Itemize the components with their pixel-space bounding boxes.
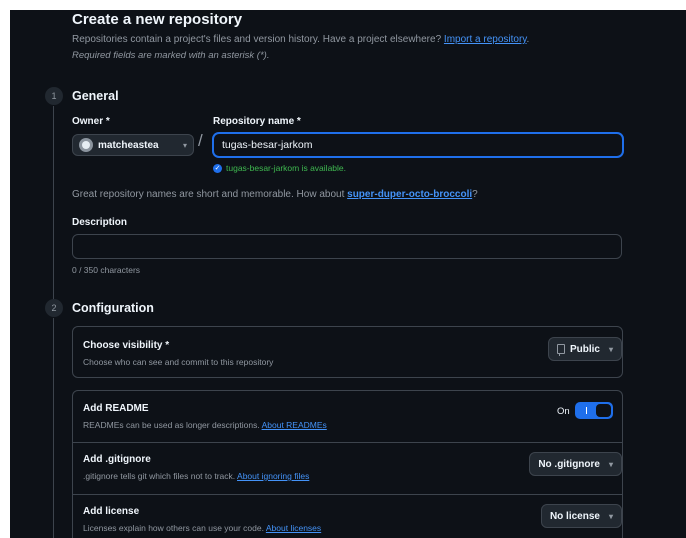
- owner-name: matcheastea: [98, 139, 159, 151]
- visibility-card: Choose visibility * Choose who can see a…: [72, 326, 623, 378]
- about-readmes-link[interactable]: About READMEs: [262, 420, 327, 430]
- repo-name-input[interactable]: [213, 133, 623, 157]
- general-section-title: General: [72, 89, 119, 103]
- page-title: Create a new repository: [72, 11, 243, 28]
- availability-text: tugas-besar-jarkom is available.: [226, 163, 346, 173]
- gitignore-desc-text: .gitignore tells git which files not to …: [83, 471, 238, 481]
- required-fields-note: Required fields are marked with an aster…: [72, 50, 270, 61]
- gitignore-value: No .gitignore: [538, 458, 600, 470]
- configuration-section-title: Configuration: [72, 301, 154, 315]
- step-2-badge: 2: [45, 299, 63, 317]
- description-label: Description: [72, 217, 128, 228]
- gitignore-title: Add .gitignore: [83, 454, 151, 465]
- visibility-desc: Choose who can see and commit to this re…: [83, 357, 274, 367]
- visibility-select[interactable]: Public ▾: [547, 337, 622, 361]
- toggle-knob: [596, 404, 611, 417]
- owner-label: Owner *: [72, 116, 110, 127]
- suggested-name-link[interactable]: super-duper-octo-broccoli: [347, 189, 472, 200]
- about-licenses-link[interactable]: About licenses: [266, 523, 321, 533]
- row-divider: [73, 442, 622, 443]
- license-select[interactable]: No license ▾: [540, 504, 622, 528]
- hint-text: Great repository names are short and mem…: [72, 189, 348, 200]
- page-subtitle: Repositories contain a project's files a…: [72, 34, 529, 45]
- subtitle-end: .: [526, 34, 530, 45]
- gitignore-desc: .gitignore tells git which files not to …: [83, 471, 309, 481]
- name-suggestion-hint: Great repository names are short and mem…: [72, 189, 478, 200]
- toggle-bar-icon: [585, 407, 587, 414]
- step-1-badge: 1: [45, 87, 63, 105]
- readme-toggle[interactable]: [575, 402, 613, 419]
- toggle-on-indicator: [576, 403, 596, 418]
- chevron-down-icon: ▾: [608, 511, 613, 521]
- subtitle-text: Repositories contain a project's files a…: [72, 34, 444, 45]
- license-desc-text: Licenses explain how others can use your…: [83, 523, 266, 533]
- readme-desc-text: READMEs can be used as longer descriptio…: [83, 420, 262, 430]
- license-title: Add license: [83, 506, 140, 517]
- description-char-count: 0 / 350 characters: [72, 265, 141, 275]
- step-connector-2: [53, 318, 54, 538]
- readme-toggle-label: On: [557, 406, 570, 417]
- avatar: [79, 138, 93, 152]
- about-ignoring-files-link[interactable]: About ignoring files: [237, 471, 309, 481]
- import-repository-link[interactable]: Import a repository: [444, 34, 527, 45]
- license-desc: Licenses explain how others can use your…: [83, 523, 321, 533]
- check-circle-icon: ✓: [213, 163, 222, 173]
- visibility-value: Public: [569, 343, 600, 355]
- owner-repo-separator: /: [198, 131, 203, 150]
- gitignore-select[interactable]: No .gitignore ▾: [529, 452, 622, 476]
- repo-create-page: Create a new repository Repositories con…: [10, 10, 686, 538]
- description-input[interactable]: [72, 234, 622, 259]
- chevron-down-icon: ▾: [608, 344, 613, 354]
- hint-end: ?: [472, 189, 478, 200]
- availability-message: ✓ tugas-besar-jarkom is available.: [213, 163, 346, 173]
- repo-name-label: Repository name *: [213, 116, 301, 127]
- chevron-down-icon: ▾: [182, 140, 187, 150]
- step-connector-1: [53, 106, 54, 306]
- repo-icon: [556, 344, 565, 356]
- row-divider: [73, 494, 622, 495]
- repo-options-card: Add README READMEs can be used as longer…: [72, 390, 623, 538]
- visibility-title: Choose visibility *: [83, 340, 170, 351]
- readme-title: Add README: [83, 403, 149, 414]
- chevron-down-icon: ▾: [608, 459, 613, 469]
- license-value: No license: [549, 510, 600, 522]
- readme-desc: READMEs can be used as longer descriptio…: [83, 420, 327, 430]
- owner-select[interactable]: matcheastea ▾: [72, 134, 194, 156]
